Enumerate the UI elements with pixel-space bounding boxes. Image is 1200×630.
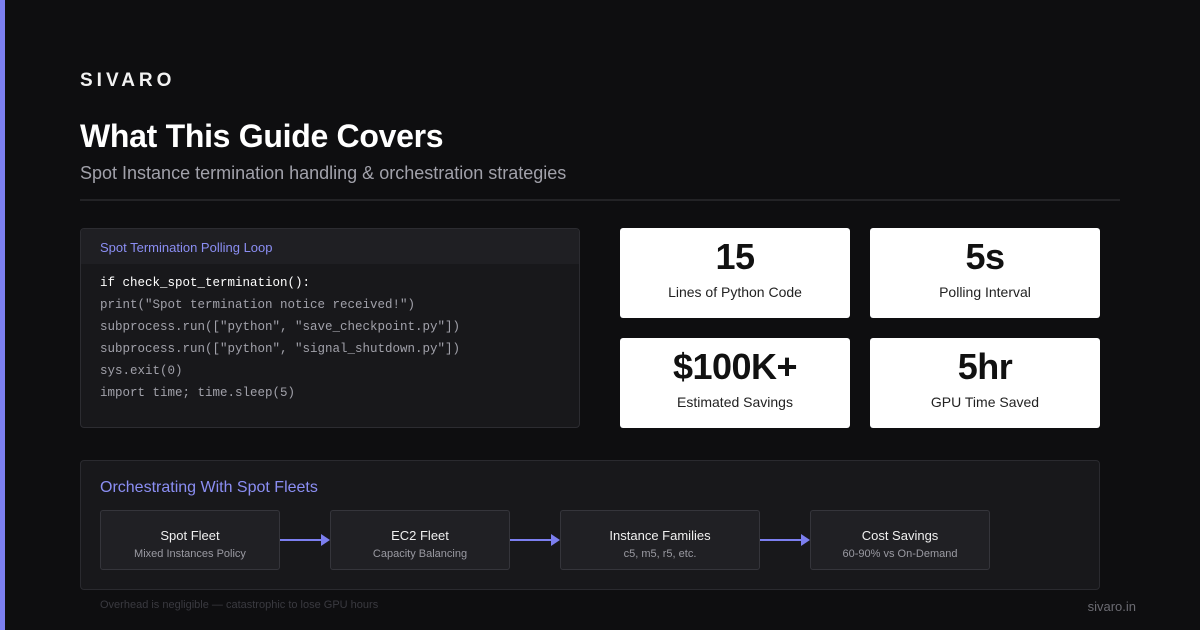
code-line: print("Spot termination notice received!… [100, 298, 416, 312]
code-panel: Spot Termination Polling Loop if check_s… [80, 228, 580, 428]
code-panel-title: Spot Termination Polling Loop [81, 229, 579, 264]
code-line: subprocess.run(["python", "save_checkpoi… [100, 320, 461, 334]
orchestration-panel: Orchestrating With Spot Fleets Spot Flee… [80, 460, 1100, 590]
flow-node-title: Cost Savings [861, 528, 939, 543]
stat-card-polling-interval: 5s Polling Interval [870, 228, 1100, 318]
divider [80, 199, 1120, 201]
brand-logo: SIVARO [80, 70, 176, 91]
flow-node-title: EC2 Fleet [391, 528, 449, 543]
stat-label: Estimated Savings [677, 394, 793, 410]
stat-value: 15 [715, 236, 755, 277]
page-subtitle: Spot Instance termination handling & orc… [80, 163, 567, 183]
flow-node-instance-families: Instance Families c5, m5, r5, etc. [560, 510, 760, 570]
stat-label: Polling Interval [939, 284, 1031, 300]
flow-node-subtitle: 60-90% vs On-Demand [842, 548, 958, 560]
flow-node-title: Instance Families [609, 528, 711, 543]
flow-node-subtitle: Mixed Instances Policy [134, 548, 246, 560]
code-line: subprocess.run(["python", "signal_shutdo… [100, 342, 461, 356]
stat-value: 5hr [957, 346, 1013, 387]
flow-node-cost-savings: Cost Savings 60-90% vs On-Demand [810, 510, 990, 570]
accent-bar [0, 0, 5, 630]
footer-url: sivaro.in [1087, 599, 1136, 614]
stat-card-estimated-savings: $100K+ Estimated Savings [620, 338, 850, 428]
stat-value: $100K+ [672, 346, 798, 387]
flow-node-subtitle: c5, m5, r5, etc. [623, 548, 697, 560]
flow-node-subtitle: Capacity Balancing [372, 548, 468, 560]
code-block: if check_spot_termination(): print("Spot… [81, 264, 579, 404]
stat-card-gpu-time-saved: 5hr GPU Time Saved [870, 338, 1100, 428]
orchestration-title: Orchestrating With Spot Fleets [100, 479, 318, 496]
page-title: What This Guide Covers [80, 118, 444, 154]
footnote: Overhead is negligible — catastrophic to… [100, 599, 379, 611]
code-line: sys.exit(0) [100, 364, 183, 378]
flow-node-ec2-fleet: EC2 Fleet Capacity Balancing [330, 510, 510, 570]
code-line: import time; time.sleep(5) [100, 386, 296, 400]
stat-value: 5s [965, 236, 1005, 277]
flow-node-spot-fleet: Spot Fleet Mixed Instances Policy [100, 510, 280, 570]
flow-node-title: Spot Fleet [160, 528, 220, 543]
stat-label: Lines of Python Code [668, 284, 802, 300]
stat-label: GPU Time Saved [930, 394, 1040, 410]
flow-arrow-icon [760, 534, 810, 546]
flow-arrow-icon [280, 534, 330, 546]
flow-arrow-icon [510, 534, 560, 546]
code-line: if check_spot_termination(): [100, 276, 311, 290]
stat-card-lines-of-code: 15 Lines of Python Code [620, 228, 850, 318]
